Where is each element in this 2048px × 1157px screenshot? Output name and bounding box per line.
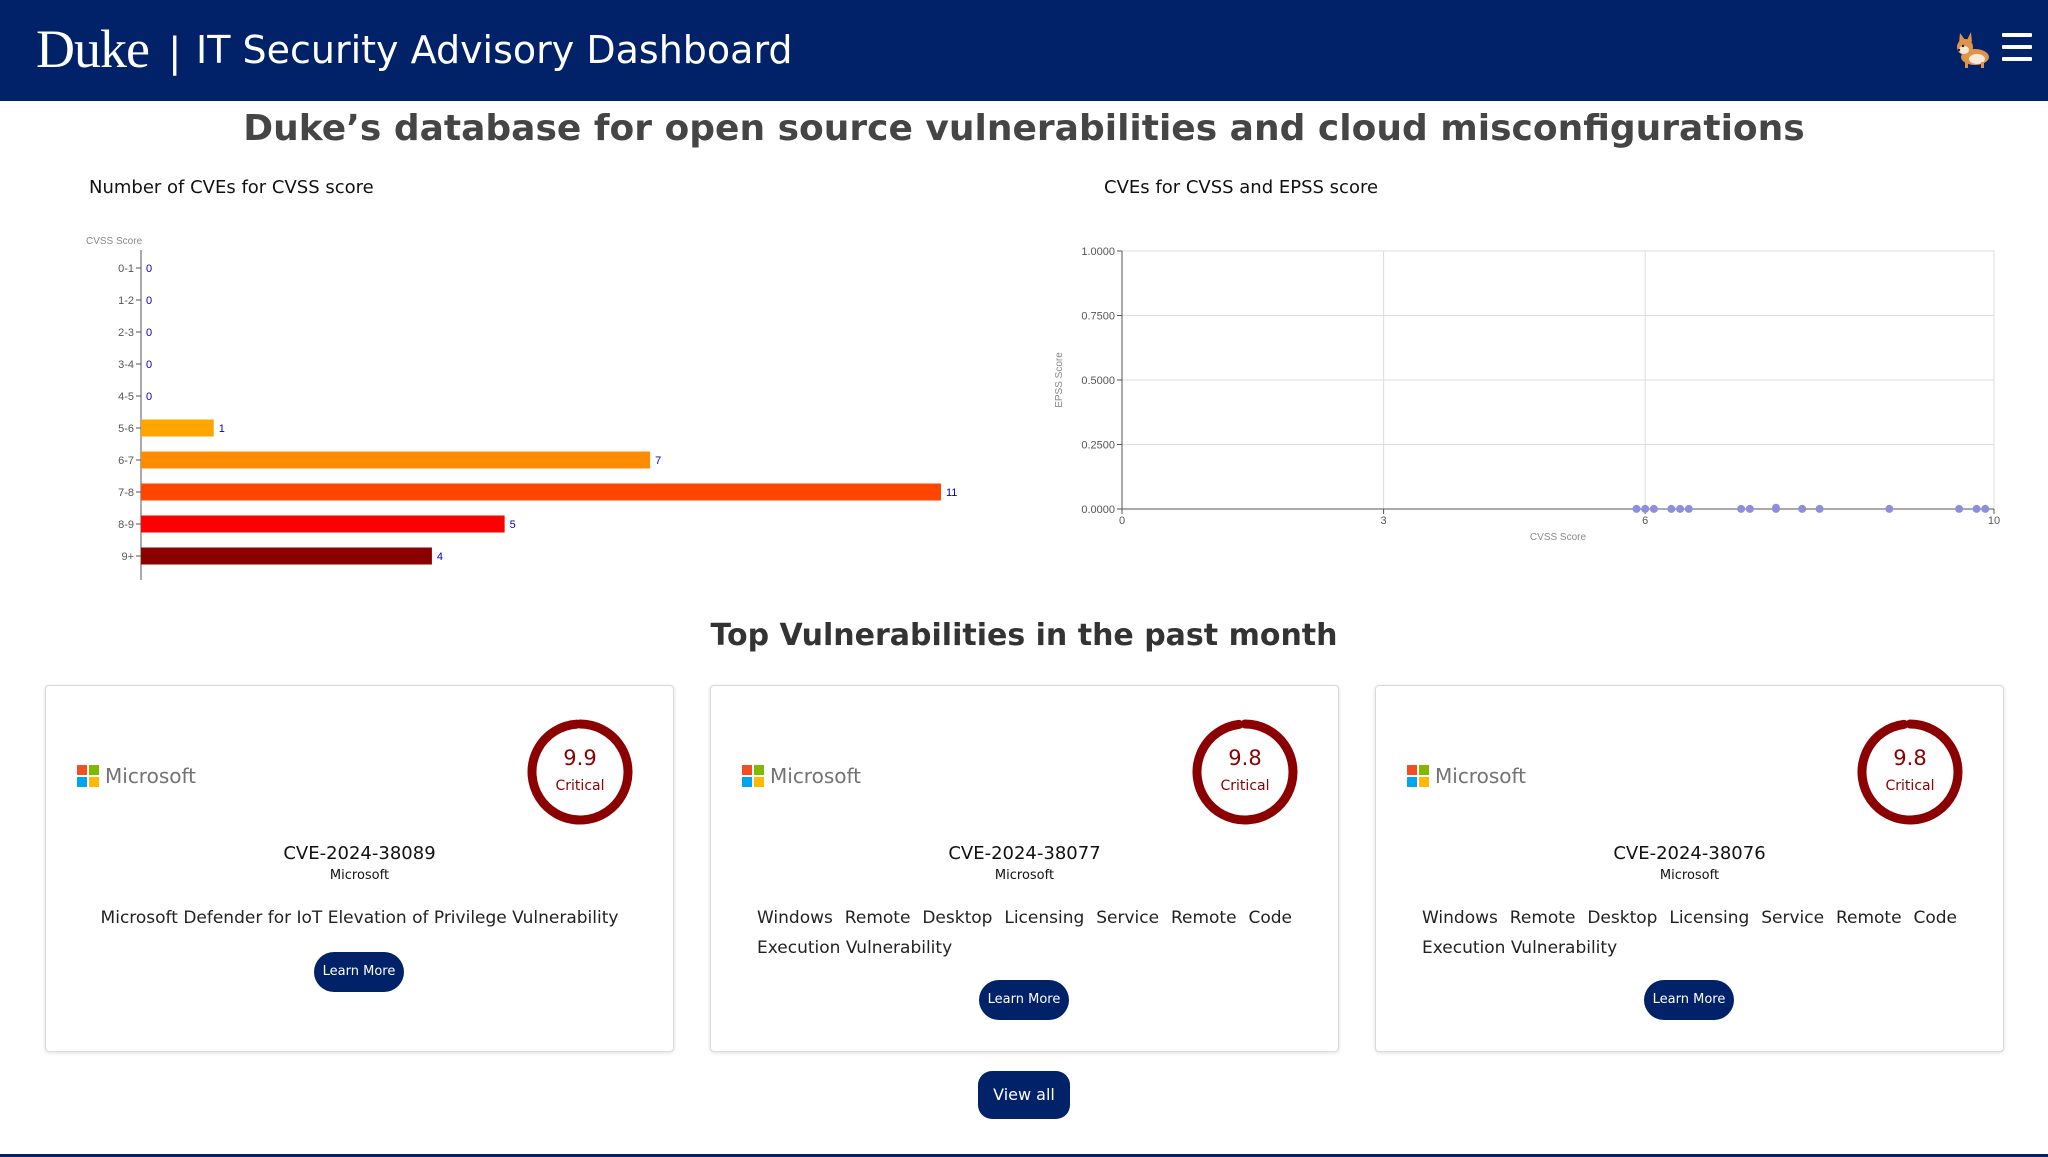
learn-more-button[interactable]: Learn More bbox=[979, 980, 1069, 1020]
x-tick-label: 0 bbox=[1119, 515, 1125, 527]
bar-value-label: 5 bbox=[510, 519, 516, 531]
bar-value-label: 0 bbox=[146, 263, 152, 275]
page-title: Duke’s database for open source vulnerab… bbox=[243, 108, 1805, 149]
severity-label: Critical bbox=[1885, 778, 1935, 794]
cve-vendor: Microsoft bbox=[329, 868, 390, 883]
scatter-point bbox=[1649, 504, 1658, 513]
gauge-fill bbox=[527, 719, 633, 825]
y-tick-label: 3-4 bbox=[118, 359, 134, 371]
scatter-point bbox=[1972, 504, 1981, 513]
gauge-fill bbox=[1192, 719, 1298, 825]
y-axis-label: EPSS Score bbox=[1054, 352, 1065, 408]
y-tick-label: 5-6 bbox=[118, 423, 134, 435]
scatter-point bbox=[1885, 504, 1894, 513]
bar bbox=[141, 419, 214, 437]
y-axis-label: CVSS Score bbox=[86, 236, 143, 247]
score-gauge bbox=[1857, 719, 1963, 825]
hamburger-menu-icon[interactable] bbox=[2002, 33, 2032, 63]
y-tick-label: 0-1 bbox=[118, 263, 134, 275]
scatter-point bbox=[1641, 504, 1650, 513]
y-tick-label: 0.5000 bbox=[1081, 375, 1115, 387]
y-tick-label: 1-2 bbox=[118, 295, 134, 307]
cvss-score: 9.8 bbox=[1228, 746, 1262, 770]
scatter-chart-title: CVEs for CVSS and EPSS score bbox=[1104, 177, 1379, 198]
microsoft-logo-icon: Microsoft bbox=[1407, 761, 1526, 791]
cve-vendor: Microsoft bbox=[1659, 868, 1720, 883]
scatter-point bbox=[1684, 504, 1693, 513]
score-gauge bbox=[1192, 719, 1298, 825]
cve-description: Windows Remote Desktop Licensing Service… bbox=[1422, 908, 1957, 958]
scatter-point bbox=[1798, 504, 1807, 513]
y-tick-label: 8-9 bbox=[118, 519, 134, 531]
y-tick-label: 7-8 bbox=[118, 487, 134, 499]
severity-label: Critical bbox=[1220, 778, 1270, 794]
x-tick-label: 3 bbox=[1381, 515, 1387, 527]
cve-id: CVE-2024-38089 bbox=[283, 843, 436, 864]
vulnerability-card: Microsoft 9.8 Critical CVE-2024-38077 Mi… bbox=[710, 685, 1339, 1052]
scatter-point bbox=[1737, 504, 1746, 513]
y-tick-label: 4-5 bbox=[118, 391, 134, 403]
bar-value-label: 7 bbox=[655, 455, 661, 467]
cve-description: Windows Remote Desktop Licensing Service… bbox=[757, 908, 1292, 958]
scatter-point bbox=[1667, 504, 1676, 513]
cvss-score: 9.8 bbox=[1893, 746, 1927, 770]
bar-chart-title: Number of CVEs for CVSS score bbox=[89, 177, 374, 198]
scatter-point bbox=[1772, 503, 1780, 512]
y-tick-label: 0.0000 bbox=[1081, 504, 1115, 516]
cve-description: Microsoft Defender for IoT Elevation of … bbox=[100, 908, 619, 928]
bar-value-label: 0 bbox=[146, 327, 152, 339]
vendor-logo-text: Microsoft bbox=[1435, 764, 1527, 788]
bar bbox=[141, 515, 505, 533]
x-tick-label: 10 bbox=[1988, 515, 2000, 527]
x-tick-label: 6 bbox=[1642, 515, 1648, 527]
microsoft-logo-icon: Microsoft bbox=[742, 761, 861, 791]
scatter-point bbox=[1745, 504, 1754, 513]
learn-more-button[interactable]: Learn More bbox=[314, 952, 404, 992]
cve-vendor: Microsoft bbox=[994, 868, 1055, 883]
vendor-logo-text: Microsoft bbox=[105, 764, 197, 788]
app-title[interactable]: IT Security Advisory Dashboard bbox=[196, 28, 793, 72]
scatter-point bbox=[1632, 504, 1641, 513]
bar bbox=[141, 547, 432, 565]
corgi-icon[interactable] bbox=[1953, 30, 1993, 70]
bar-value-label: 0 bbox=[146, 391, 152, 403]
scatter-point bbox=[1981, 504, 1990, 513]
bar-value-label: 4 bbox=[437, 551, 443, 563]
bar-value-label: 11 bbox=[946, 487, 957, 499]
bar-value-label: 1 bbox=[219, 423, 225, 435]
bar bbox=[141, 483, 941, 501]
cve-id: CVE-2024-38077 bbox=[948, 843, 1101, 864]
bar bbox=[141, 451, 651, 469]
y-tick-label: 2-3 bbox=[118, 327, 134, 339]
vulnerability-card: Microsoft 9.8 Critical CVE-2024-38076 Mi… bbox=[1375, 685, 2004, 1052]
cvss-epss-scatter-chart: 0.0000 0.2500 0.5000 0.7500 1.0000 0 3 6 10 CVSS … bbox=[1054, 246, 2000, 543]
duke-logo[interactable]: Duke bbox=[36, 18, 150, 80]
cvss-bar-chart: CVSS Score 0-1 0 1-2 0 2-3 0 3-4 0 4-5 0 5-6 1 6-7 7 7-… bbox=[86, 236, 957, 580]
scatter-point bbox=[1955, 504, 1964, 513]
score-gauge bbox=[527, 719, 633, 825]
severity-label: Critical bbox=[555, 778, 605, 794]
learn-more-button[interactable]: Learn More bbox=[1644, 980, 1734, 1020]
scatter-point bbox=[1676, 504, 1685, 513]
bar-value-label: 0 bbox=[146, 295, 152, 307]
top-vulnerabilities-heading: Top Vulnerabilities in the past month bbox=[710, 618, 1338, 653]
view-all-button[interactable]: View all bbox=[978, 1071, 1070, 1119]
top-navbar: Duke | IT Security Advisory Dashboard bbox=[0, 0, 2048, 101]
gauge-fill bbox=[1857, 719, 1963, 825]
microsoft-logo-icon: Microsoft bbox=[77, 761, 196, 791]
cve-id: CVE-2024-38076 bbox=[1613, 843, 1766, 864]
x-axis-label: CVSS Score bbox=[1530, 532, 1587, 543]
y-tick-label: 6-7 bbox=[118, 455, 134, 467]
y-tick-label: 0.7500 bbox=[1081, 311, 1115, 323]
y-tick-label: 9+ bbox=[121, 551, 134, 563]
y-tick-label: 0.2500 bbox=[1081, 440, 1115, 452]
vulnerability-card: Microsoft 9.9 Critical CVE-2024-38089 Mi… bbox=[45, 685, 674, 1052]
scatter-point bbox=[1815, 504, 1824, 513]
brand-separator: | bbox=[168, 30, 182, 76]
vendor-logo-text: Microsoft bbox=[770, 764, 862, 788]
cvss-score: 9.9 bbox=[563, 746, 597, 770]
bar-value-label: 0 bbox=[146, 359, 152, 371]
y-tick-label: 1.0000 bbox=[1081, 246, 1115, 258]
